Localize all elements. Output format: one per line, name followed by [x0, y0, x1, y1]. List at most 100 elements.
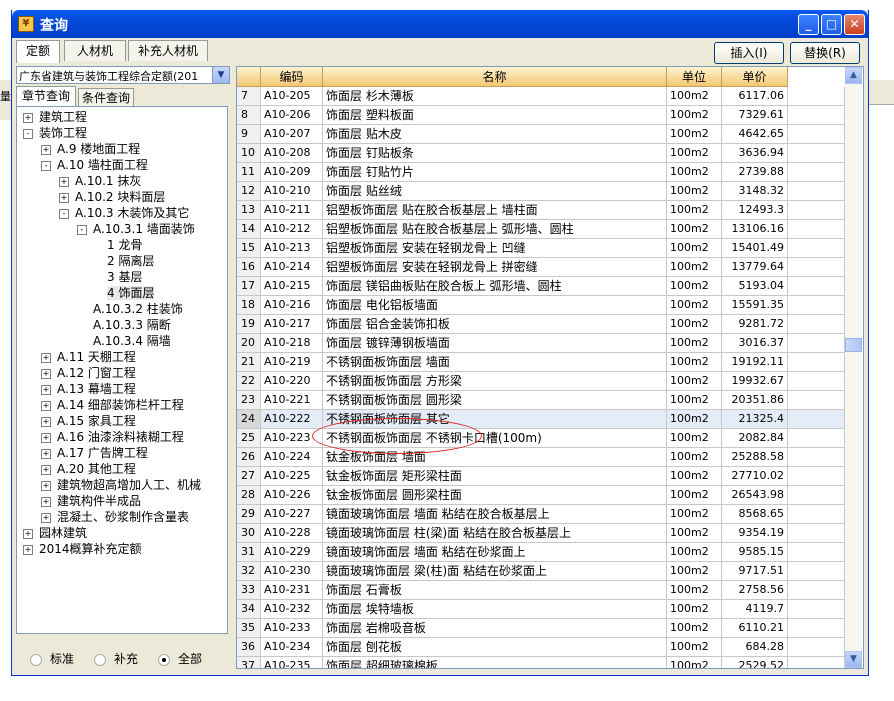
expand-icon[interactable]: + — [23, 528, 33, 539]
tree-node[interactable]: + A.9 楼地面工程 — [41, 141, 140, 157]
scroll-up-icon[interactable]: ▲ — [845, 67, 862, 84]
scroll-thumb[interactable] — [845, 338, 862, 352]
expand-icon[interactable]: + — [41, 464, 51, 475]
table-row[interactable]: 30 A10-228 镜面玻璃饰面层 柱(梁)面 粘结在胶合板基层上 100m2 935… — [237, 524, 845, 543]
collapse-icon[interactable]: - — [41, 160, 51, 171]
tree-node[interactable]: A.10.3.4 隔墙 — [89, 333, 171, 349]
expand-icon[interactable]: + — [41, 432, 51, 443]
table-row[interactable]: 11 A10-209 饰面层 钉贴竹片 100m2 2739.88 — [237, 163, 845, 182]
tree-node[interactable]: + A.16 油漆涂料裱糊工程 — [41, 429, 184, 445]
expand-icon[interactable]: + — [23, 544, 33, 555]
tree-node[interactable]: - A.10.3.1 墙面装饰 — [77, 221, 195, 237]
tree-node[interactable]: + A.10.1 抹灰 — [59, 173, 141, 189]
table-row[interactable]: 35 A10-233 饰面层 岩棉吸音板 100m2 6110.21 — [237, 619, 845, 638]
table-row[interactable]: 21 A10-219 不锈钢面板饰面层 墙面 100m2 19192.11 — [237, 353, 845, 372]
expand-icon[interactable]: + — [59, 176, 69, 187]
table-row[interactable]: 27 A10-225 钛金板饰面层 矩形梁柱面 100m2 27710.02 — [237, 467, 845, 486]
tree-node[interactable]: - 装饰工程 — [23, 125, 87, 141]
expand-icon[interactable]: + — [41, 352, 51, 363]
table-row[interactable]: 17 A10-215 饰面层 镁铝曲板贴在胶合板上 弧形墙、圆柱 100m2 5193.… — [237, 277, 845, 296]
radio-standard[interactable]: 标准 — [30, 650, 74, 667]
tree-node[interactable]: + A.11 天棚工程 — [41, 349, 136, 365]
tree-node[interactable]: - A.10.3 木装饰及其它 — [59, 205, 189, 221]
radio-all[interactable]: 全部 — [158, 650, 202, 667]
table-row[interactable]: 15 A10-213 铝塑板饰面层 安装在轻钢龙骨上 凹缝 100m2 15401.49 — [237, 239, 845, 258]
table-row[interactable]: 23 A10-221 不锈钢面板饰面层 圆形梁 100m2 20351.86 — [237, 391, 845, 410]
tree-node[interactable]: A.10.3.3 隔断 — [89, 317, 171, 333]
close-button[interactable]: ✕ — [844, 14, 865, 35]
table-row[interactable]: 22 A10-220 不锈钢面板饰面层 方形梁 100m2 19932.67 — [237, 372, 845, 391]
tree-node[interactable]: - A.10 墙柱面工程 — [41, 157, 148, 173]
vertical-scrollbar[interactable]: ▲ ▼ — [845, 67, 862, 668]
table-header-code[interactable]: 编码 — [261, 67, 323, 87]
tab-condition-query[interactable]: 条件查询 — [78, 88, 134, 106]
table-header-price[interactable]: 单价 — [722, 67, 788, 87]
table-row[interactable]: 37 A10-235 饰面层 超细玻璃棉板 100m2 2529.52 — [237, 657, 845, 668]
table-header-unit[interactable]: 单位 — [667, 67, 722, 87]
table-row[interactable]: 31 A10-229 镜面玻璃饰面层 墙面 粘结在砂浆面上 100m2 9585.15 — [237, 543, 845, 562]
table-header-name[interactable]: 名称 — [323, 67, 667, 87]
tree-node[interactable]: 3 基层 — [103, 269, 142, 285]
tree-node[interactable]: + A.12 门窗工程 — [41, 365, 136, 381]
tree-node[interactable]: + 建筑物超高增加人工、机械 — [41, 477, 201, 493]
tab-quota[interactable]: 定额 — [16, 40, 60, 63]
table-row[interactable]: 10 A10-208 饰面层 钉贴板条 100m2 3636.94 — [237, 144, 845, 163]
expand-icon[interactable]: + — [41, 416, 51, 427]
collapse-icon[interactable]: - — [59, 208, 69, 219]
expand-icon[interactable]: + — [41, 512, 51, 523]
replace-button[interactable]: 替换(R) — [790, 42, 860, 64]
table-row[interactable]: 7 A10-205 饰面层 杉木薄板 100m2 6117.06 — [237, 87, 845, 106]
collapse-icon[interactable]: - — [23, 128, 33, 139]
tab-labor-material-machine[interactable]: 人材机 — [64, 40, 126, 61]
table-row[interactable]: 32 A10-230 镜面玻璃饰面层 梁(柱)面 粘结在砂浆面上 100m2 9717.… — [237, 562, 845, 581]
expand-icon[interactable]: + — [41, 384, 51, 395]
tree-node[interactable]: +2014概算补充定额 — [23, 541, 142, 557]
table-row[interactable]: 13 A10-211 铝塑板饰面层 贴在胶合板基层上 墙柱面 100m2 12493.3 — [237, 201, 845, 220]
table-row[interactable]: 14 A10-212 铝塑板饰面层 贴在胶合板基层上 弧形墙、圆柱 100m2 1310… — [237, 220, 845, 239]
expand-icon[interactable]: + — [59, 192, 69, 203]
tree-node[interactable]: + A.13 幕墙工程 — [41, 381, 136, 397]
table-row[interactable]: 20 A10-218 饰面层 镀锌薄钢板墙面 100m2 3016.37 — [237, 334, 845, 353]
title-bar[interactable]: ¥ 查询 _ □ ✕ — [12, 10, 868, 38]
tab-chapter-query[interactable]: 章节查询 — [16, 86, 76, 106]
table-row[interactable]: 9 A10-207 饰面层 贴木皮 100m2 4642.65 — [237, 125, 845, 144]
insert-button[interactable]: 插入(I) — [714, 42, 784, 64]
table-row[interactable]: 16 A10-214 铝塑板饰面层 安装在轻钢龙骨上 拼密缝 100m2 13779.6… — [237, 258, 845, 277]
tree-node[interactable]: + A.17 广告牌工程 — [41, 445, 148, 461]
table-row[interactable]: 34 A10-232 饰面层 埃特墙板 100m2 4119.7 — [237, 600, 845, 619]
tree-node[interactable]: + A.20 其他工程 — [41, 461, 136, 477]
expand-icon[interactable]: + — [41, 496, 51, 507]
tree-node[interactable]: + 建筑工程 — [23, 109, 87, 125]
table-row[interactable]: 29 A10-227 镜面玻璃饰面层 墙面 粘结在胶合板基层上 100m2 8568.6… — [237, 505, 845, 524]
expand-icon[interactable]: + — [41, 144, 51, 155]
maximize-button[interactable]: □ — [821, 14, 842, 35]
tree-node[interactable]: + 建筑构件半成品 — [41, 493, 141, 509]
scroll-down-icon[interactable]: ▼ — [845, 651, 862, 668]
tree-node[interactable]: A.10.3.2 柱装饰 — [89, 301, 183, 317]
expand-icon[interactable]: + — [41, 368, 51, 379]
tree-node[interactable]: + A.10.2 块料面层 — [59, 189, 165, 205]
tab-supplementary-lmm[interactable]: 补充人材机 — [128, 40, 208, 61]
tree-node[interactable]: + A.14 细部装饰栏杆工程 — [41, 397, 184, 413]
tree-node[interactable]: 4 饰面层 — [103, 285, 155, 301]
tree-node[interactable]: 2 隔离层 — [103, 253, 154, 269]
table-row[interactable]: 18 A10-216 饰面层 电化铝板墙面 100m2 15591.35 — [237, 296, 845, 315]
expand-icon[interactable]: + — [41, 480, 51, 491]
table-row[interactable]: 36 A10-234 饰面层 刨花板 100m2 684.28 — [237, 638, 845, 657]
expand-icon[interactable]: + — [23, 112, 33, 123]
tree-node[interactable]: + 园林建筑 — [23, 525, 87, 541]
table-row[interactable]: 12 A10-210 饰面层 贴丝绒 100m2 3148.32 — [237, 182, 845, 201]
table-row[interactable]: 19 A10-217 饰面层 铝合金装饰扣板 100m2 9281.72 — [237, 315, 845, 334]
chevron-down-icon[interactable]: ▼ — [212, 67, 229, 83]
tree-node[interactable]: + 混凝土、砂浆制作含量表 — [41, 509, 189, 525]
tree-node[interactable]: + A.15 家具工程 — [41, 413, 136, 429]
collapse-icon[interactable]: - — [77, 224, 87, 235]
radio-supplement[interactable]: 补充 — [94, 650, 138, 667]
table-row[interactable]: 26 A10-224 钛金板饰面层 墙面 100m2 25288.58 — [237, 448, 845, 467]
table-row[interactable]: 28 A10-226 钛金板饰面层 圆形梁柱面 100m2 26543.98 — [237, 486, 845, 505]
table-row[interactable]: 8 A10-206 饰面层 塑料板面 100m2 7329.61 — [237, 106, 845, 125]
tree-node[interactable]: 1 龙骨 — [103, 237, 142, 253]
expand-icon[interactable]: + — [41, 448, 51, 459]
expand-icon[interactable]: + — [41, 400, 51, 411]
table-row[interactable]: 33 A10-231 饰面层 石膏板 100m2 2758.56 — [237, 581, 845, 600]
